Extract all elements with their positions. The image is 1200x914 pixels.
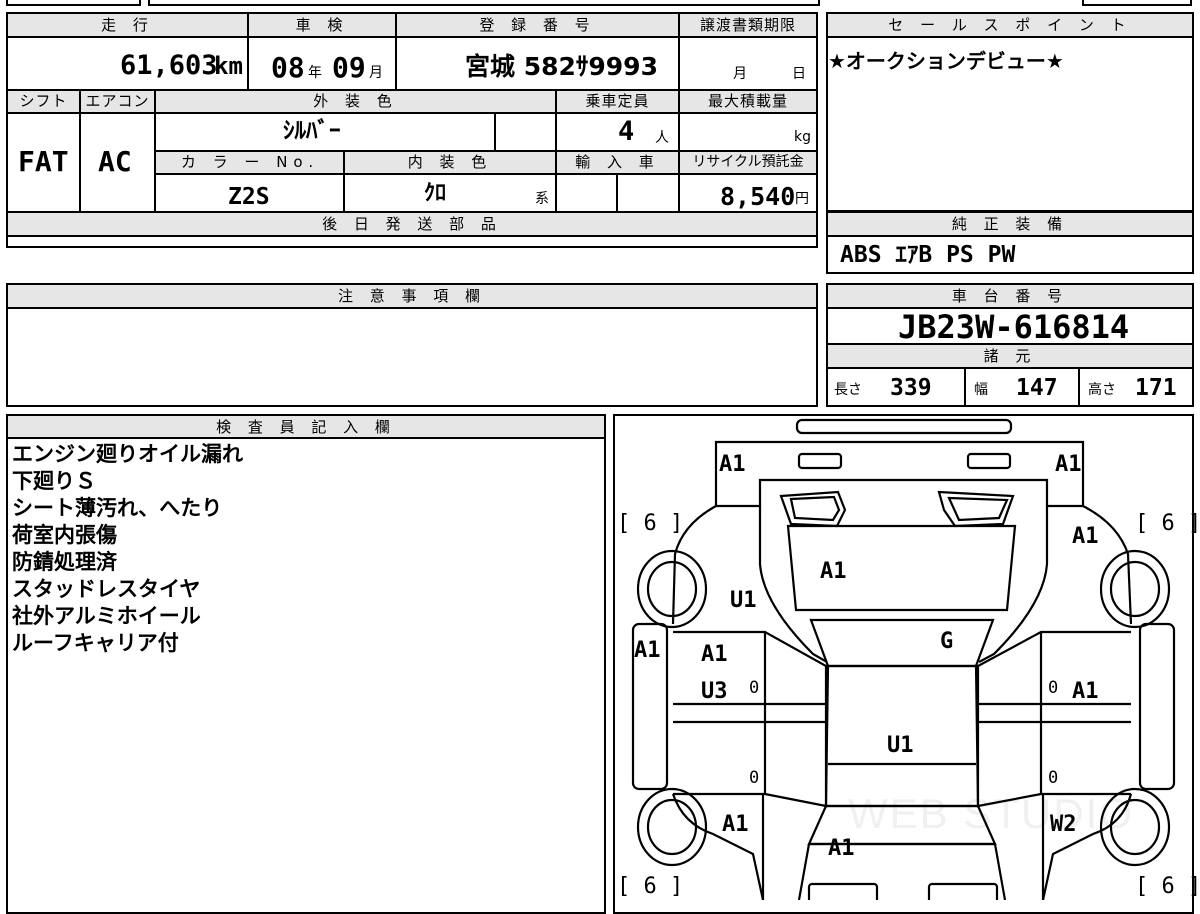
inspector-box bbox=[6, 414, 606, 914]
watermark-text: WEB STUDIO bbox=[848, 790, 1135, 837]
interior-color-label: 内 装 色 bbox=[407, 153, 493, 171]
inspector-line-4: 荷室内張傷 bbox=[12, 523, 117, 547]
registration-value: 宮城 582ｻ9993 bbox=[465, 52, 658, 81]
interior-color-unit: 系 bbox=[535, 191, 549, 207]
chassis-number: JB23W-616814 bbox=[898, 308, 1130, 346]
equipment-value: ABS ｴｱB PS PW bbox=[840, 242, 1016, 268]
max-load-unit: kg bbox=[794, 129, 811, 145]
recycle-deposit-unit: 円 bbox=[795, 191, 809, 207]
recycle-deposit-label: リサイクル預託金 bbox=[692, 154, 804, 170]
inspection-year: 08 bbox=[271, 51, 305, 84]
transfer-day-unit: 日 bbox=[792, 66, 806, 82]
mark-fender-left: A1 bbox=[722, 812, 749, 837]
width-value: 147 bbox=[1016, 375, 1058, 401]
mark-rear-quarter-right: A1 bbox=[1072, 524, 1099, 549]
inspection-label: 車 検 bbox=[295, 16, 349, 34]
mark-zero-1: 0 bbox=[749, 678, 760, 698]
grid-line bbox=[494, 112, 496, 152]
inspector-line-3: シート薄汚れ、へたり bbox=[12, 496, 223, 520]
exterior-color-label: 外 装 色 bbox=[313, 92, 398, 110]
inspector-line-5: 防錆処理済 bbox=[12, 550, 117, 574]
grid-line bbox=[6, 307, 818, 309]
grid-line bbox=[6, 437, 606, 439]
sales-point-text: ★オークションデビュー★ bbox=[828, 49, 1064, 73]
grid-line bbox=[616, 173, 618, 213]
aircon-value: AC bbox=[98, 145, 132, 178]
grid-line bbox=[1078, 367, 1080, 407]
mark-tire-rear-right: [ 6 ] bbox=[1135, 874, 1200, 899]
grid-line bbox=[6, 36, 818, 38]
mark-hood: A1 bbox=[828, 836, 855, 861]
color-no-label: カ ラ ー No. bbox=[180, 153, 320, 171]
capacity-unit: 人 bbox=[655, 130, 669, 146]
mark-zero-4: 0 bbox=[1048, 768, 1059, 788]
import-label: 輸 入 車 bbox=[575, 153, 660, 171]
mark-roof-glass: G bbox=[940, 629, 954, 654]
mark-door-right-rear: A1 bbox=[1072, 679, 1099, 704]
grid-line bbox=[826, 36, 1194, 38]
notes-label: 注 意 事 項 欄 bbox=[337, 287, 487, 305]
mark-rear-left: A1 bbox=[719, 452, 746, 477]
mark-roof: U1 bbox=[887, 733, 914, 758]
color-no-value: Z2S bbox=[228, 184, 270, 210]
grid-line bbox=[6, 211, 818, 213]
shift-label: シフト bbox=[19, 92, 68, 110]
grid-line bbox=[155, 173, 818, 175]
top-strip-left bbox=[6, 0, 141, 6]
length-value: 339 bbox=[890, 375, 932, 401]
inspector-line-8: ルーフキャリア付 bbox=[12, 631, 179, 655]
inspection-year-unit: 年 bbox=[308, 65, 322, 81]
max-load-label: 最大積載量 bbox=[707, 92, 788, 110]
grid-line bbox=[826, 367, 1194, 369]
inspector-line-1: エンジン廻りオイル漏れ bbox=[12, 442, 243, 466]
equipment-label: 純 正 装 備 bbox=[951, 215, 1069, 233]
top-strip-mid bbox=[148, 0, 820, 6]
mark-door-left-rear-2: U3 bbox=[701, 679, 728, 704]
grid-line bbox=[678, 12, 680, 213]
mark-door-left-rear: A1 bbox=[701, 642, 728, 667]
mark-zero-2: 0 bbox=[1048, 678, 1059, 698]
mark-tire-front-left: [ 6 ] bbox=[617, 511, 684, 536]
interior-color-value: ｸﾛ bbox=[424, 181, 447, 206]
height-value: 171 bbox=[1135, 375, 1177, 401]
length-label: 長さ bbox=[834, 382, 862, 398]
mileage-value: 61,603 bbox=[120, 50, 218, 81]
exterior-color-value: ｼﾙﾊﾞｰ bbox=[283, 118, 341, 144]
registration-label: 登 録 番 号 bbox=[479, 16, 596, 34]
transfer-deadline-label: 譲渡書類期限 bbox=[699, 16, 796, 34]
inspection-month-unit: 月 bbox=[369, 65, 383, 81]
top-strip-right bbox=[1082, 0, 1192, 6]
grid-line bbox=[6, 235, 818, 237]
sales-point-label: セ ー ル ス ポ イ ン ト bbox=[888, 16, 1132, 34]
mileage-label: 走 行 bbox=[101, 16, 154, 34]
aircon-label: エアコン bbox=[85, 92, 150, 110]
mark-rear-quarter-left: U1 bbox=[730, 588, 757, 613]
inspector-line-7: 社外アルミホイール bbox=[12, 604, 201, 628]
mark-side-left: A1 bbox=[634, 638, 661, 663]
inspection-month: 09 bbox=[332, 51, 366, 84]
inspector-line-2: 下廻りＳ bbox=[12, 469, 96, 493]
later-parts-label: 後 日 発 送 部 品 bbox=[322, 215, 502, 233]
mark-rear-right: A1 bbox=[1055, 452, 1082, 477]
mark-zero-3: 0 bbox=[749, 768, 760, 788]
capacity-value: 4 bbox=[618, 116, 635, 147]
grid-line bbox=[826, 235, 1194, 237]
inspector-label: 検 査 員 記 入 欄 bbox=[216, 418, 396, 436]
recycle-deposit-value: 8,540 bbox=[720, 182, 796, 211]
width-label: 幅 bbox=[974, 382, 988, 398]
grid-line bbox=[6, 112, 818, 114]
mileage-unit: km bbox=[214, 52, 243, 80]
grid-line bbox=[964, 367, 966, 407]
sales-point-box bbox=[826, 12, 1194, 212]
shift-value: FAT bbox=[18, 145, 69, 178]
mark-tire-front-right: [ 6 ] bbox=[1135, 511, 1200, 536]
height-label: 高さ bbox=[1088, 382, 1116, 398]
capacity-label: 乗車定員 bbox=[585, 92, 650, 110]
transfer-month-unit: 月 bbox=[733, 66, 747, 82]
chassis-label: 車 台 番 号 bbox=[951, 287, 1069, 305]
specs-label: 諸 元 bbox=[983, 347, 1037, 365]
mark-tire-rear-left: [ 6 ] bbox=[617, 874, 684, 899]
inspector-line-6: スタッドレスタイヤ bbox=[12, 577, 201, 601]
mark-tailgate: A1 bbox=[820, 559, 847, 584]
